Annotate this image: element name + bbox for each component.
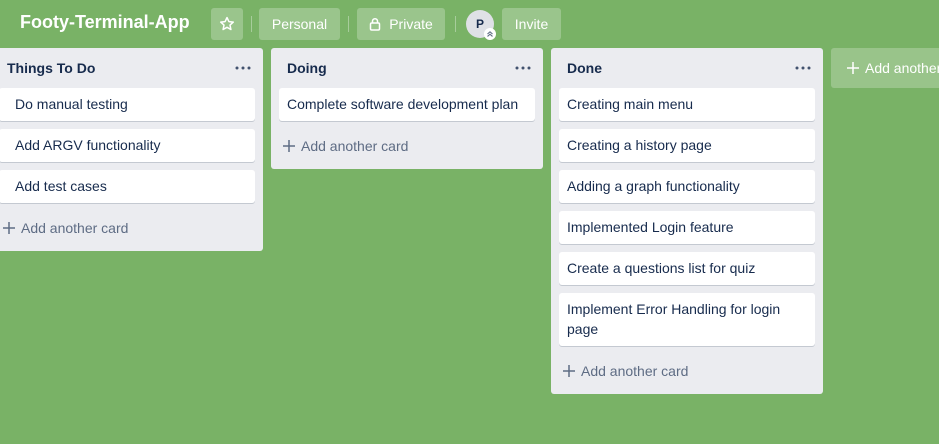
list-title[interactable]: Done [567,60,602,76]
star-board-button[interactable] [211,8,243,40]
privacy-button[interactable]: Private [357,8,445,40]
invite-button[interactable]: Invite [502,8,561,40]
header-divider [251,16,252,32]
add-card-label: Add another card [301,138,409,154]
card[interactable]: Implemented Login feature [559,211,815,244]
board-header: Footy-Terminal-App Personal Private P In… [0,0,939,48]
list-title[interactable]: Things To Do [7,60,95,76]
workspace-label: Personal [271,16,328,32]
plus-icon [846,61,860,78]
card-list: Creating main menu Creating a history pa… [551,88,823,346]
more-horizontal-icon[interactable] [233,60,253,76]
card[interactable]: Add ARGV functionality [0,129,255,162]
card[interactable]: Do manual testing [0,88,255,121]
list-header: Things To Do [0,48,263,88]
star-icon [219,16,235,32]
board-title[interactable]: Footy-Terminal-App [20,12,190,33]
card-list: Complete software development plan [271,88,543,121]
header-divider [455,16,456,32]
list-title[interactable]: Doing [287,60,327,76]
more-horizontal-icon[interactable] [793,60,813,76]
card[interactable]: Implement Error Handling for login page [559,293,815,346]
admin-chevron-icon [484,28,496,40]
card-list: Do manual testing Add ARGV functionality… [0,88,263,203]
card[interactable]: Creating a history page [559,129,815,162]
avatar-initial: P [475,17,484,31]
card[interactable]: Creating main menu [559,88,815,121]
add-card-label: Add another card [581,363,689,379]
add-card-button[interactable]: Add another card [271,129,543,165]
more-horizontal-icon[interactable] [513,60,533,76]
invite-label: Invite [514,16,549,32]
plus-icon [562,364,576,381]
add-card-button[interactable]: Add another card [551,354,823,390]
header-divider [348,16,349,32]
workspace-visibility-button[interactable]: Personal [259,8,340,40]
add-list-button[interactable]: Add another list [831,48,939,88]
add-card-label: Add another card [21,220,129,236]
board-canvas: Footy-Terminal-App Personal Private P In… [0,0,939,444]
list-header: Done [551,48,823,88]
list-doing: Doing Complete software development plan… [271,48,543,169]
add-card-button[interactable]: Add another card [0,211,263,247]
card[interactable]: Adding a graph functionality [559,170,815,203]
add-list-label: Add another list [865,60,939,76]
card[interactable]: Add test cases [0,170,255,203]
list-header: Doing [271,48,543,88]
list-done: Done Creating main menu Creating a histo… [551,48,823,394]
list-things-to-do: Things To Do Do manual testing Add ARGV … [0,48,263,251]
plus-icon [2,221,16,238]
privacy-label: Private [389,16,433,32]
plus-icon [282,139,296,156]
lock-icon [369,17,381,31]
card[interactable]: Complete software development plan [279,88,535,121]
card[interactable]: Create a questions list for quiz [559,252,815,285]
